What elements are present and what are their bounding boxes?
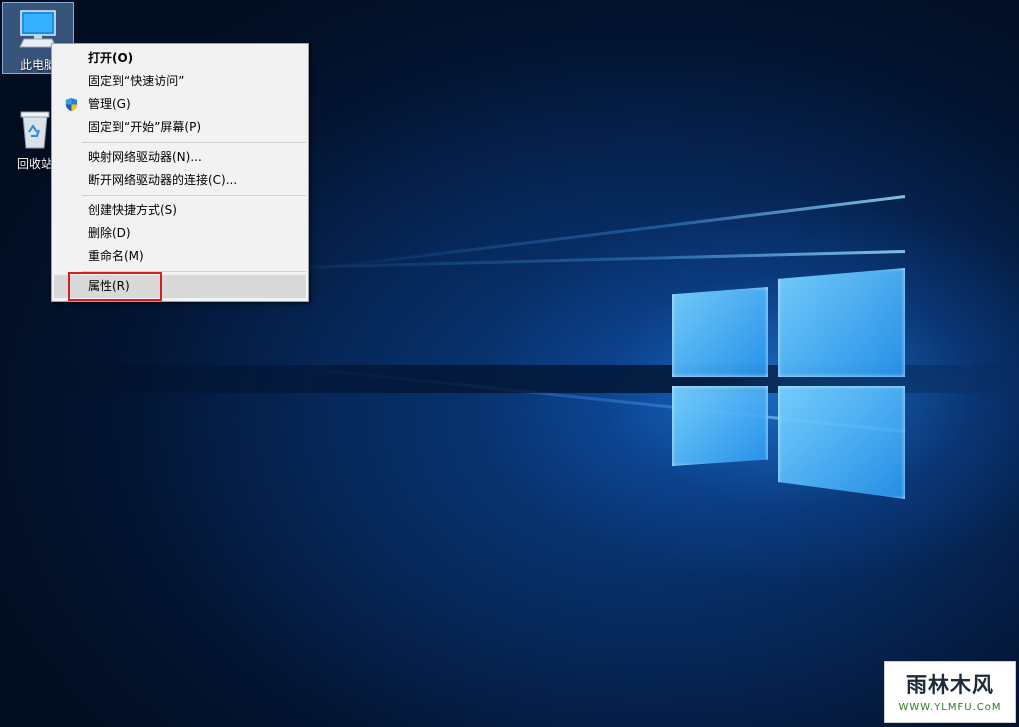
watermark-title: 雨林木风 bbox=[906, 673, 994, 697]
desktop-wallpaper: 此电脑 回收站 打开(O) 固定到“快速访问” 管理(G) 固定到“开始”屏幕(… bbox=[0, 0, 1019, 727]
menu-item-disconnect-network-drive[interactable]: 断开网络驱动器的连接(C)... bbox=[54, 169, 306, 192]
menu-item-pin-quick-access[interactable]: 固定到“快速访问” bbox=[54, 70, 306, 93]
menu-item-delete[interactable]: 删除(D) bbox=[54, 222, 306, 245]
logo-pane-bottom-right bbox=[778, 386, 905, 499]
recycle-bin-icon bbox=[20, 111, 50, 149]
menu-item-label: 管理(G) bbox=[88, 97, 131, 111]
menu-item-rename[interactable]: 重命名(M) bbox=[54, 245, 306, 268]
uac-shield-icon bbox=[65, 97, 78, 112]
context-menu: 打开(O) 固定到“快速访问” 管理(G) 固定到“开始”屏幕(P) 映射网络驱… bbox=[51, 43, 309, 302]
menu-separator bbox=[82, 142, 306, 143]
menu-item-open[interactable]: 打开(O) bbox=[54, 47, 306, 70]
annotation-highlight-box bbox=[68, 272, 162, 301]
logo-pane-top-right bbox=[778, 268, 905, 377]
menu-item-map-network-drive[interactable]: 映射网络驱动器(N)... bbox=[54, 146, 306, 169]
menu-item-pin-start[interactable]: 固定到“开始”屏幕(P) bbox=[54, 116, 306, 139]
menu-item-manage[interactable]: 管理(G) bbox=[54, 93, 306, 116]
logo-pane-top-left bbox=[672, 287, 768, 377]
watermark-url: WWW.YLMFU.CoM bbox=[898, 702, 1002, 713]
logo-pane-bottom-left bbox=[672, 386, 768, 466]
watermark-logo: 雨林木风 WWW.YLMFU.CoM bbox=[884, 661, 1016, 723]
menu-item-create-shortcut[interactable]: 创建快捷方式(S) bbox=[54, 199, 306, 222]
wallpaper-light-beam bbox=[250, 250, 906, 271]
menu-separator bbox=[82, 195, 306, 196]
